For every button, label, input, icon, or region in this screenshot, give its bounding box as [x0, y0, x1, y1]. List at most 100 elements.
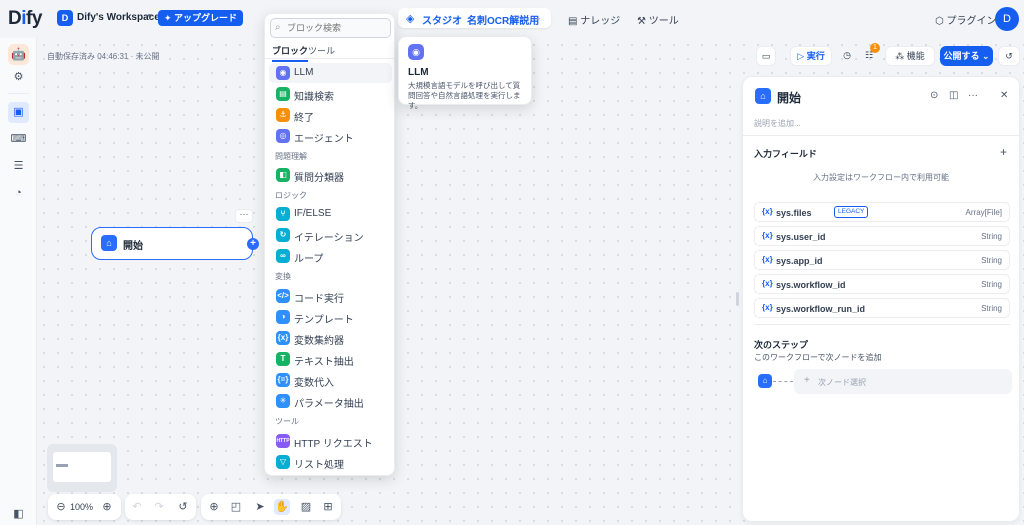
add-input-icon[interactable]: + [1000, 145, 1007, 159]
history-icon[interactable]: ↺ [175, 499, 191, 515]
section-transform: 変換 [275, 272, 291, 281]
environment-icon[interactable]: ▭ [756, 46, 776, 66]
close-icon[interactable]: ✕ [1000, 90, 1008, 101]
plus-icon: + [804, 375, 810, 386]
home-icon: ⌂ [755, 88, 771, 104]
block-label: エージェント [294, 134, 354, 145]
input-empty-text: 入力設定はワークフロー内で利用可能 [813, 173, 949, 182]
minimap-viewport[interactable] [53, 452, 111, 482]
variable-row: {x} sys.files LEGACY Array[File] [754, 202, 1010, 222]
add-next-node-button[interactable]: + [247, 238, 259, 250]
minimap[interactable] [47, 444, 117, 492]
block-template[interactable]: ◑ テンプレート [269, 307, 392, 327]
assigner-icon: {=} [276, 373, 290, 387]
zoom-level[interactable]: 100% [70, 502, 93, 512]
run-button[interactable]: ▷ 実行 [790, 46, 832, 66]
pointer-icon[interactable]: ➤ [252, 499, 268, 515]
redo-icon[interactable]: ↷ [151, 499, 167, 515]
undo-icon[interactable]: ↶ [129, 499, 145, 515]
block-parameter-extractor[interactable]: ✳ パラメータ抽出 [269, 391, 392, 411]
input-fields-heading: 入力フィールド [754, 149, 817, 159]
next-node-select[interactable]: + 次ノード選択 [794, 369, 1012, 394]
sidebar-collapse-icon[interactable]: ◧ [8, 504, 29, 525]
block-http-request[interactable]: HTTP HTTP リクエスト [269, 431, 392, 451]
variable-type: String [981, 256, 1002, 265]
section-logic: ロジック [275, 191, 307, 200]
block-label: LLM [294, 67, 314, 78]
block-loop[interactable]: ∞ ループ [269, 246, 392, 266]
hand-icon[interactable]: ✋ [274, 499, 290, 515]
variable-name: sys.app_id [776, 256, 823, 266]
workspace-avatar[interactable]: D [57, 10, 73, 26]
nav-knowledge[interactable]: ▤ ナレッジ [568, 12, 620, 27]
top-bar: Dify D Dify's Workspace ▼ ✦ アップグレード ◈ スタ… [0, 0, 1024, 38]
add-note-icon[interactable]: ◰ [228, 499, 244, 515]
dify-logo[interactable]: Dify [8, 8, 42, 30]
block-label: パラメータ抽出 [294, 399, 364, 410]
user-avatar[interactable]: D [995, 7, 1019, 31]
block-list-operator[interactable]: ▽ リスト処理 [269, 452, 392, 472]
text-extract-icon: T [276, 352, 290, 366]
upgrade-button[interactable]: ✦ アップグレード [158, 10, 244, 26]
zoom-in-icon[interactable]: ⊕ [99, 499, 115, 515]
sidebar-item-monitoring[interactable]: ◔ [8, 183, 29, 204]
panel-resize-handle[interactable] [736, 292, 739, 306]
block-label: 質問分類器 [294, 173, 344, 184]
node-more-button[interactable]: ··· [235, 209, 253, 223]
nav-studio[interactable]: ◈ スタジオ 名刺OCR解説用 ⌄ [398, 8, 551, 28]
variable-icon: {x} [762, 207, 773, 216]
checklist-icon[interactable]: ◷ [838, 46, 856, 66]
app-name[interactable]: 名刺OCR解説用 [467, 12, 539, 27]
run-step-icon[interactable]: ⊙ [930, 90, 938, 101]
plugins-label: プラグイン [946, 16, 997, 27]
more-icon[interactable]: ··· [968, 90, 978, 101]
export-image-icon[interactable]: ▨ [298, 499, 314, 515]
block-llm[interactable]: ◉ LLM [269, 63, 392, 83]
publish-button[interactable]: 公開する ⌄ [940, 46, 993, 66]
add-block-icon[interactable]: ⊕ [206, 499, 222, 515]
chevron-down-icon[interactable]: ▼ [146, 12, 154, 21]
variable-row: {x} sys.user_id String [754, 226, 1010, 246]
block-knowledge-retrieval[interactable]: ▤ 知識検索 [269, 84, 392, 104]
block-variable-aggregator[interactable]: {x} 変数集約器 [269, 328, 392, 348]
sidebar-item-logs[interactable]: ☰ [8, 156, 29, 177]
block-search-input[interactable] [287, 21, 387, 35]
sidebar-item-orchestrate[interactable]: ▣ [8, 102, 29, 123]
block-iteration[interactable]: ↻ イテレーション [269, 225, 392, 245]
block-if-else[interactable]: ⑂ IF/ELSE [269, 204, 392, 224]
block-text-extractor[interactable]: T テキスト抽出 [269, 349, 392, 369]
start-node[interactable]: ⌂ 開始 [91, 227, 253, 260]
description-input[interactable]: 説明を追加... [754, 118, 801, 129]
help-book-icon[interactable]: ◫ [949, 90, 958, 101]
knowledge-label: ナレッジ [580, 16, 621, 27]
next-step-subtitle: このワークフローで次ノードを追加 [754, 353, 882, 362]
features-button[interactable]: ⁂ 機能 [885, 46, 935, 66]
block-label: リスト処理 [294, 460, 344, 471]
canvas-tools: ⊕ ◰ ➤ ✋ ▨ ⊞ [201, 494, 341, 520]
organize-icon[interactable]: ⊞ [320, 499, 336, 515]
branch-icon: ⑂ [276, 207, 290, 221]
variable-type: String [981, 304, 1002, 313]
block-question-classifier[interactable]: ◧ 質問分類器 [269, 165, 392, 185]
tab-blocks[interactable]: ブロック [272, 44, 309, 62]
block-code[interactable]: </> コード実行 [269, 286, 392, 306]
block-variable-assigner[interactable]: {=} 変数代入 [269, 370, 392, 390]
block-agent[interactable]: ◎ エージェント [269, 126, 392, 146]
chevron-down-icon[interactable]: ⌄ [535, 13, 542, 22]
sidebar-item-api[interactable]: ⌨ [8, 129, 29, 150]
plugins-button[interactable]: ⬡ プラグイン [935, 12, 997, 27]
nav-tools[interactable]: ⚒ ツール [637, 12, 679, 27]
hammer-icon: ⚒ [637, 16, 646, 27]
block-search[interactable]: ⌕ [270, 18, 391, 38]
block-label: テンプレート [294, 315, 354, 326]
block-label: 変数集約器 [294, 336, 344, 347]
block-end[interactable]: ⚓ 終了 [269, 105, 392, 125]
block-label: コード実行 [294, 294, 344, 305]
panel-title[interactable]: 開始 [777, 89, 801, 106]
settings-sliders-icon[interactable]: ⚙ [8, 67, 29, 88]
app-icon[interactable]: 🤖 [8, 44, 29, 65]
tab-tools[interactable]: ツール [308, 44, 335, 57]
version-history-icon[interactable]: ↺ [998, 46, 1020, 66]
zoom-out-icon[interactable]: ⊖ [53, 499, 69, 515]
iteration-icon: ↻ [276, 228, 290, 242]
